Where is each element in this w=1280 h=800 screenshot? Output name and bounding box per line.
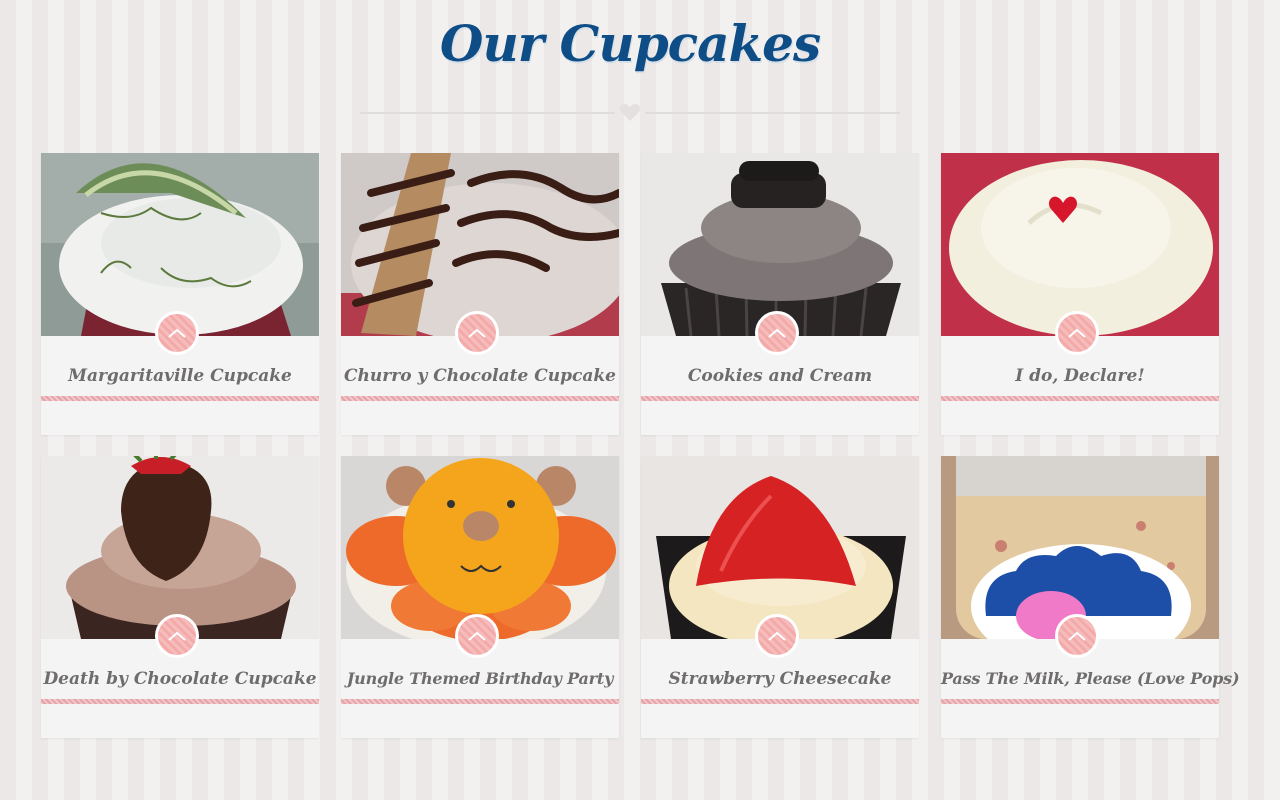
card-stripe xyxy=(341,699,619,704)
expand-button[interactable] xyxy=(455,614,499,658)
card-stripe xyxy=(941,699,1219,704)
cupcake-card[interactable]: Cookies and Cream xyxy=(641,153,919,435)
chevron-up-icon xyxy=(768,631,786,641)
chevron-up-icon xyxy=(468,328,486,338)
chevron-up-icon xyxy=(468,631,486,641)
chevron-up-icon xyxy=(1068,328,1086,338)
card-stripe xyxy=(341,396,619,401)
cupcake-card[interactable]: Death by Chocolate Cupcake xyxy=(41,456,319,738)
cupcake-photo[interactable] xyxy=(641,456,919,639)
expand-button[interactable] xyxy=(755,311,799,355)
card-stripe xyxy=(41,699,319,704)
page-title: Our Cupcakes xyxy=(439,14,821,73)
cupcake-name[interactable]: I do, Declare! xyxy=(941,366,1219,386)
cupcake-name[interactable]: Cookies and Cream xyxy=(641,366,919,386)
cupcake-photo[interactable] xyxy=(41,456,319,639)
expand-button[interactable] xyxy=(155,614,199,658)
chevron-up-icon xyxy=(1068,631,1086,641)
expand-button[interactable] xyxy=(1055,311,1099,355)
cupcake-name[interactable]: Strawberry Cheesecake xyxy=(641,669,919,689)
cupcake-name[interactable]: Pass The Milk, Please (Love Pops) xyxy=(941,669,1240,688)
chevron-up-icon xyxy=(168,631,186,641)
expand-button[interactable] xyxy=(155,311,199,355)
cupcake-card[interactable]: Strawberry Cheesecake xyxy=(641,456,919,738)
cupcake-photo[interactable] xyxy=(341,456,619,639)
chevron-up-icon xyxy=(168,328,186,338)
card-stripe xyxy=(641,699,919,704)
cupcake-card[interactable]: Pass The Milk, Please (Love Pops) xyxy=(941,456,1240,738)
title-divider xyxy=(360,104,900,121)
cupcake-name[interactable]: Churro y Chocolate Cupcake xyxy=(341,366,619,386)
card-stripe xyxy=(941,396,1219,401)
expand-button[interactable] xyxy=(1055,614,1099,658)
cupcake-name[interactable]: Margaritaville Cupcake xyxy=(41,366,319,386)
cupcake-photo[interactable] xyxy=(941,153,1219,336)
cupcake-card[interactable]: I do, Declare! xyxy=(941,153,1219,435)
cupcake-name[interactable]: Jungle Themed Birthday Party xyxy=(341,669,619,688)
cupcake-photo[interactable] xyxy=(41,153,319,336)
cupcake-card[interactable]: Jungle Themed Birthday Party xyxy=(341,456,619,738)
cupcake-card[interactable]: Margaritaville Cupcake xyxy=(41,153,319,435)
card-stripe xyxy=(41,396,319,401)
cupcake-photo[interactable] xyxy=(341,153,619,336)
heart-icon xyxy=(619,104,641,121)
expand-button[interactable] xyxy=(755,614,799,658)
cupcake-card[interactable]: Churro y Chocolate Cupcake xyxy=(341,153,619,435)
cupcake-name[interactable]: Death by Chocolate Cupcake xyxy=(41,669,319,689)
cupcake-photo[interactable] xyxy=(941,456,1219,639)
chevron-up-icon xyxy=(768,328,786,338)
card-stripe xyxy=(641,396,919,401)
expand-button[interactable] xyxy=(455,311,499,355)
cupcake-photo[interactable] xyxy=(641,153,919,336)
